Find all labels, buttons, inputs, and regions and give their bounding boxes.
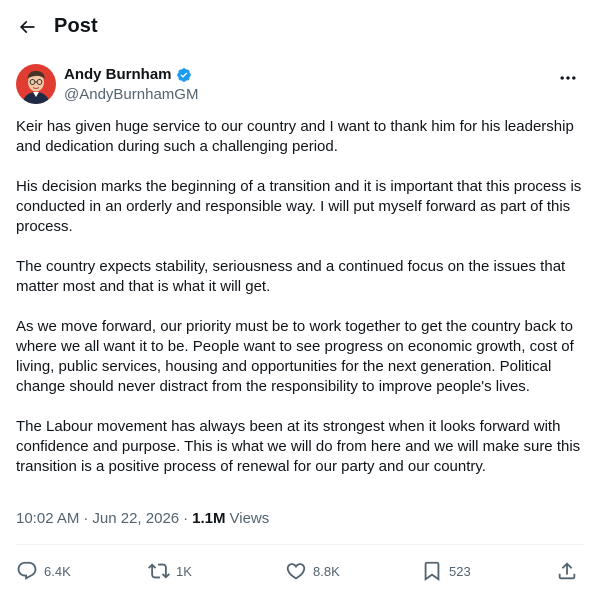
- heart-icon: [286, 563, 306, 580]
- post-paragraph: The Labour movement has always been at i…: [16, 418, 581, 475]
- post-meta: 10:02 AM · Jun 22, 2026 · 1.1M Views: [16, 510, 269, 527]
- divider: [16, 544, 584, 545]
- more-icon: [560, 76, 576, 80]
- share-icon: [558, 562, 576, 580]
- display-name[interactable]: Andy Burnham: [64, 66, 172, 83]
- reply-button[interactable]: 6.4K: [16, 560, 71, 582]
- meta-separator: ·: [183, 510, 189, 527]
- repost-icon: [148, 563, 170, 579]
- avatar[interactable]: [16, 64, 56, 104]
- repost-count: 1K: [176, 563, 192, 579]
- post-date[interactable]: Jun 22, 2026: [92, 510, 179, 527]
- bookmark-icon: [424, 561, 440, 582]
- post-paragraph: The country expects stability, seriousne…: [16, 258, 566, 295]
- more-options-button[interactable]: [552, 62, 584, 94]
- views-label: Views: [229, 510, 270, 527]
- arrow-left-icon: [19, 20, 35, 34]
- back-button[interactable]: [10, 10, 44, 44]
- action-bar: 6.4K 1K 8.8K 523: [0, 556, 600, 590]
- post-author: Andy Burnham @AndyBurnhamGM: [16, 64, 584, 108]
- post-paragraph: His decision marks the beginning of a tr…: [16, 178, 582, 235]
- bookmark-button[interactable]: 523: [421, 560, 471, 582]
- share-button[interactable]: [556, 560, 578, 582]
- verified-badge-icon: [176, 67, 191, 82]
- post-text: Keir has given huge service to our count…: [16, 117, 586, 477]
- post-paragraph: As we move forward, our priority must be…: [16, 318, 574, 395]
- reply-icon: [17, 561, 37, 580]
- post-header: Post: [0, 0, 600, 53]
- bookmark-count: 523: [449, 563, 471, 579]
- reply-count: 6.4K: [44, 563, 71, 579]
- page-title: Post: [54, 15, 98, 37]
- handle[interactable]: @AndyBurnhamGM: [64, 86, 198, 103]
- post-paragraph: Keir has given huge service to our count…: [16, 118, 574, 155]
- like-count: 8.8K: [313, 563, 340, 579]
- views-count: 1.1M: [192, 510, 226, 527]
- name-row: Andy Burnham: [64, 66, 192, 83]
- meta-separator: ·: [83, 510, 89, 527]
- like-button[interactable]: 8.8K: [285, 560, 340, 582]
- repost-button[interactable]: 1K: [148, 560, 192, 582]
- post-time[interactable]: 10:02 AM: [16, 510, 79, 527]
